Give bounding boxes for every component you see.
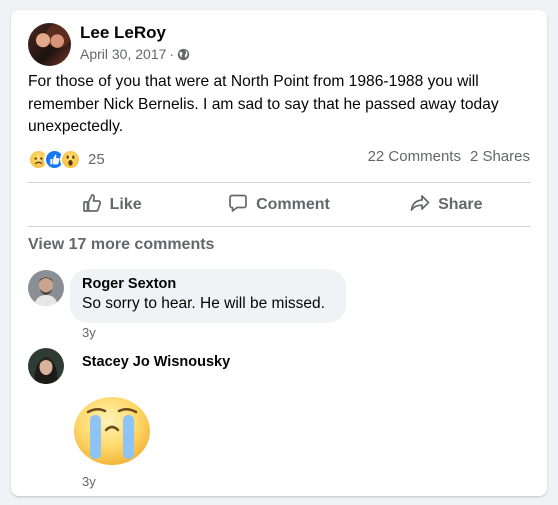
comment-label: Comment [256,196,330,213]
like-label: Like [109,196,142,213]
divider [28,226,530,227]
wow-reaction-icon [60,148,81,170]
reaction-count[interactable]: 25 [88,151,105,168]
comment-text: So sorry to hear. He will be missed. [82,295,325,312]
reactions-summary[interactable]: 25 [28,148,105,170]
commenter-name[interactable]: Roger Sexton [82,276,334,292]
post-text: For those of you that were at North Poin… [28,73,499,135]
commenter-avatar[interactable] [28,270,64,306]
share-button[interactable]: Share [363,184,530,226]
post-author-name[interactable]: Lee LeRoy [80,23,166,43]
like-button[interactable]: Like [28,184,195,226]
share-arrow-icon [410,193,430,218]
comment-button[interactable]: Comment [195,184,362,226]
comment-timestamp[interactable]: 3y [82,325,96,340]
post-card: Lee LeRoy April 30, 2017 · For those of … [11,10,547,496]
post-date[interactable]: April 30, 2017 [80,46,166,62]
view-more-comments-link[interactable]: View 17 more comments [28,236,214,254]
post-stats: 22 Comments 2 Shares [368,148,530,165]
comment-bubble: Roger Sexton So sorry to hear. He will b… [70,269,346,323]
shares-count[interactable]: 2 Shares [470,148,530,165]
post-actions: Like Comment Share [28,184,530,226]
thumbs-up-icon [82,193,102,218]
author-avatar[interactable] [28,23,71,66]
crying-face-sticker [70,387,154,471]
comment-bubble-icon [228,193,248,218]
divider [28,182,530,183]
meta-separator: · [169,46,175,62]
post-meta: April 30, 2017 · [80,46,190,62]
comment-timestamp[interactable]: 3y [82,474,96,489]
share-label: Share [438,196,483,213]
globe-icon [177,48,190,61]
commenter-name[interactable]: Stacey Jo Wisnousky [82,354,230,370]
comments-count[interactable]: 22 Comments [368,148,461,165]
commenter-avatar[interactable] [28,348,64,384]
